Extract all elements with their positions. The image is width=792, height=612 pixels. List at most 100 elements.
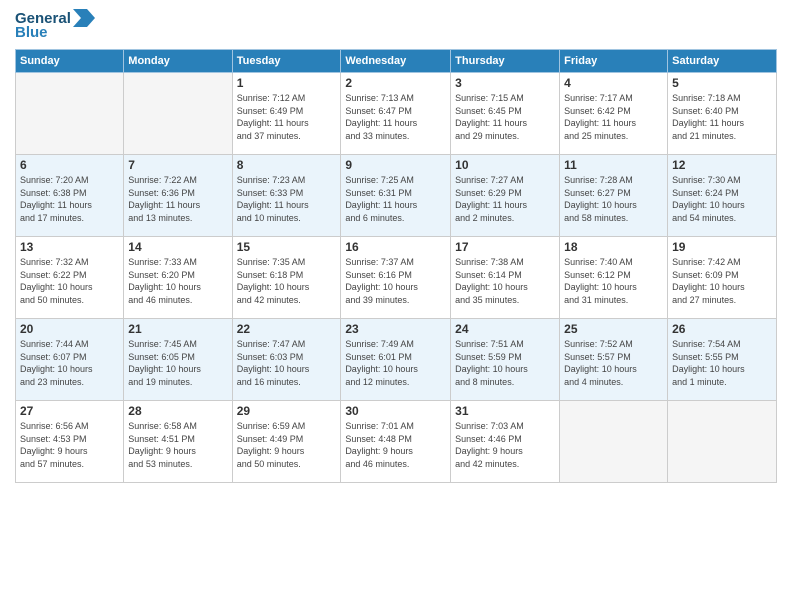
calendar-cell: 11Sunrise: 7:28 AM Sunset: 6:27 PM Dayli… [560,155,668,237]
day-number: 6 [20,158,119,172]
day-info: Sunrise: 7:12 AM Sunset: 6:49 PM Dayligh… [237,92,337,142]
day-number: 9 [345,158,446,172]
day-info: Sunrise: 7:25 AM Sunset: 6:31 PM Dayligh… [345,174,446,224]
calendar-cell: 8Sunrise: 7:23 AM Sunset: 6:33 PM Daylig… [232,155,341,237]
day-info: Sunrise: 7:18 AM Sunset: 6:40 PM Dayligh… [672,92,772,142]
calendar-cell: 18 Sunrise: 7:40 AM Sunset: 6:12 PM Dayli… [560,237,668,319]
day-info: Sunrise: 7:30 AM Sunset: 6:24 PM Dayligh… [672,174,772,224]
day-number: 11 [564,158,663,172]
calendar-cell [124,73,232,155]
day-number: 17 [455,240,555,254]
day-number: 22 [237,322,337,336]
calendar-cell: 29 Sunrise: 6:59 AM Sunset: 4:49 PM Dayli… [232,401,341,483]
day-number: 28 [128,404,227,418]
day-info: Sunrise: 7:37 AM Sunset: 6:16 PM Dayligh… [345,256,446,306]
calendar-cell: 16 Sunrise: 7:37 AM Sunset: 6:16 PM Dayli… [341,237,451,319]
day-info: Sunrise: 7:42 AM Sunset: 6:09 PM Dayligh… [672,256,772,306]
day-info: Sunrise: 7:20 AM Sunset: 6:38 PM Dayligh… [20,174,119,224]
calendar-cell: 7Sunrise: 7:22 AM Sunset: 6:36 PM Daylig… [124,155,232,237]
day-number: 8 [237,158,337,172]
day-number: 2 [345,76,446,90]
day-info: Sunrise: 7:27 AM Sunset: 6:29 PM Dayligh… [455,174,555,224]
calendar-cell: 4 Sunrise: 7:17 AM Sunset: 6:42 PM Daylig… [560,73,668,155]
calendar-cell: 21 Sunrise: 7:45 AM Sunset: 6:05 PM Dayli… [124,319,232,401]
day-number: 19 [672,240,772,254]
logo: General Blue [15,10,95,41]
calendar-cell: 31 Sunrise: 7:03 AM Sunset: 4:46 PM Dayli… [451,401,560,483]
calendar-cell: 6 Sunrise: 7:20 AM Sunset: 6:38 PM Daylig… [16,155,124,237]
weekday-header-monday: Monday [124,50,232,73]
day-info: Sunrise: 7:44 AM Sunset: 6:07 PM Dayligh… [20,338,119,388]
day-number: 4 [564,76,663,90]
day-info: Sunrise: 7:45 AM Sunset: 6:05 PM Dayligh… [128,338,227,388]
weekday-header-thursday: Thursday [451,50,560,73]
calendar-cell: 26 Sunrise: 7:54 AM Sunset: 5:55 PM Dayli… [668,319,777,401]
day-number: 27 [20,404,119,418]
day-number: 20 [20,322,119,336]
day-info: Sunrise: 7:38 AM Sunset: 6:14 PM Dayligh… [455,256,555,306]
weekday-header-row: SundayMondayTuesdayWednesdayThursdayFrid… [16,50,777,73]
week-row-5: 27 Sunrise: 6:56 AM Sunset: 4:53 PM Dayli… [16,401,777,483]
day-info: Sunrise: 7:17 AM Sunset: 6:42 PM Dayligh… [564,92,663,142]
week-row-1: 1 Sunrise: 7:12 AM Sunset: 6:49 PM Daylig… [16,73,777,155]
calendar-cell: 19 Sunrise: 7:42 AM Sunset: 6:09 PM Dayli… [668,237,777,319]
day-number: 23 [345,322,446,336]
calendar-cell: 25Sunrise: 7:52 AM Sunset: 5:57 PM Dayli… [560,319,668,401]
calendar-cell: 10 Sunrise: 7:27 AM Sunset: 6:29 PM Dayli… [451,155,560,237]
calendar-cell: 22Sunrise: 7:47 AM Sunset: 6:03 PM Dayli… [232,319,341,401]
week-row-2: 6 Sunrise: 7:20 AM Sunset: 6:38 PM Daylig… [16,155,777,237]
day-number: 1 [237,76,337,90]
calendar-cell: 12 Sunrise: 7:30 AM Sunset: 6:24 PM Dayli… [668,155,777,237]
calendar-cell: 23 Sunrise: 7:49 AM Sunset: 6:01 PM Dayli… [341,319,451,401]
day-number: 26 [672,322,772,336]
calendar-cell: 20 Sunrise: 7:44 AM Sunset: 6:07 PM Dayli… [16,319,124,401]
calendar-cell: 5Sunrise: 7:18 AM Sunset: 6:40 PM Daylig… [668,73,777,155]
calendar-cell: 13Sunrise: 7:32 AM Sunset: 6:22 PM Dayli… [16,237,124,319]
calendar-cell [668,401,777,483]
calendar-cell [16,73,124,155]
day-number: 10 [455,158,555,172]
calendar-cell: 30 Sunrise: 7:01 AM Sunset: 4:48 PM Dayli… [341,401,451,483]
calendar-cell: 9 Sunrise: 7:25 AM Sunset: 6:31 PM Daylig… [341,155,451,237]
week-row-4: 20 Sunrise: 7:44 AM Sunset: 6:07 PM Dayli… [16,319,777,401]
calendar-cell [560,401,668,483]
day-info: Sunrise: 7:52 AM Sunset: 5:57 PM Dayligh… [564,338,663,388]
calendar-cell: 1 Sunrise: 7:12 AM Sunset: 6:49 PM Daylig… [232,73,341,155]
day-info: Sunrise: 7:35 AM Sunset: 6:18 PM Dayligh… [237,256,337,306]
day-info: Sunrise: 7:49 AM Sunset: 6:01 PM Dayligh… [345,338,446,388]
weekday-header-friday: Friday [560,50,668,73]
day-number: 31 [455,404,555,418]
day-number: 15 [237,240,337,254]
day-number: 18 [564,240,663,254]
day-number: 14 [128,240,227,254]
calendar-cell: 14 Sunrise: 7:33 AM Sunset: 6:20 PM Dayli… [124,237,232,319]
header: General Blue [15,10,777,41]
day-info: Sunrise: 6:59 AM Sunset: 4:49 PM Dayligh… [237,420,337,470]
day-info: Sunrise: 6:56 AM Sunset: 4:53 PM Dayligh… [20,420,119,470]
calendar-cell: 27 Sunrise: 6:56 AM Sunset: 4:53 PM Dayli… [16,401,124,483]
weekday-header-tuesday: Tuesday [232,50,341,73]
weekday-header-saturday: Saturday [668,50,777,73]
day-info: Sunrise: 7:51 AM Sunset: 5:59 PM Dayligh… [455,338,555,388]
day-info: Sunrise: 7:40 AM Sunset: 6:12 PM Dayligh… [564,256,663,306]
day-info: Sunrise: 7:15 AM Sunset: 6:45 PM Dayligh… [455,92,555,142]
week-row-3: 13Sunrise: 7:32 AM Sunset: 6:22 PM Dayli… [16,237,777,319]
calendar-cell: 24 Sunrise: 7:51 AM Sunset: 5:59 PM Dayli… [451,319,560,401]
weekday-header-sunday: Sunday [16,50,124,73]
day-info: Sunrise: 7:01 AM Sunset: 4:48 PM Dayligh… [345,420,446,470]
day-number: 12 [672,158,772,172]
day-number: 16 [345,240,446,254]
day-number: 29 [237,404,337,418]
day-info: Sunrise: 7:13 AM Sunset: 6:47 PM Dayligh… [345,92,446,142]
calendar-cell: 28Sunrise: 6:58 AM Sunset: 4:51 PM Dayli… [124,401,232,483]
logo-blue-text: Blue [15,24,95,41]
day-number: 30 [345,404,446,418]
main-container: General Blue SundayMondayTuesdayWednesda… [0,0,792,493]
day-number: 21 [128,322,227,336]
calendar-cell: 3Sunrise: 7:15 AM Sunset: 6:45 PM Daylig… [451,73,560,155]
day-number: 24 [455,322,555,336]
day-info: Sunrise: 7:03 AM Sunset: 4:46 PM Dayligh… [455,420,555,470]
day-info: Sunrise: 7:33 AM Sunset: 6:20 PM Dayligh… [128,256,227,306]
day-info: Sunrise: 7:54 AM Sunset: 5:55 PM Dayligh… [672,338,772,388]
calendar-cell: 15 Sunrise: 7:35 AM Sunset: 6:18 PM Dayli… [232,237,341,319]
